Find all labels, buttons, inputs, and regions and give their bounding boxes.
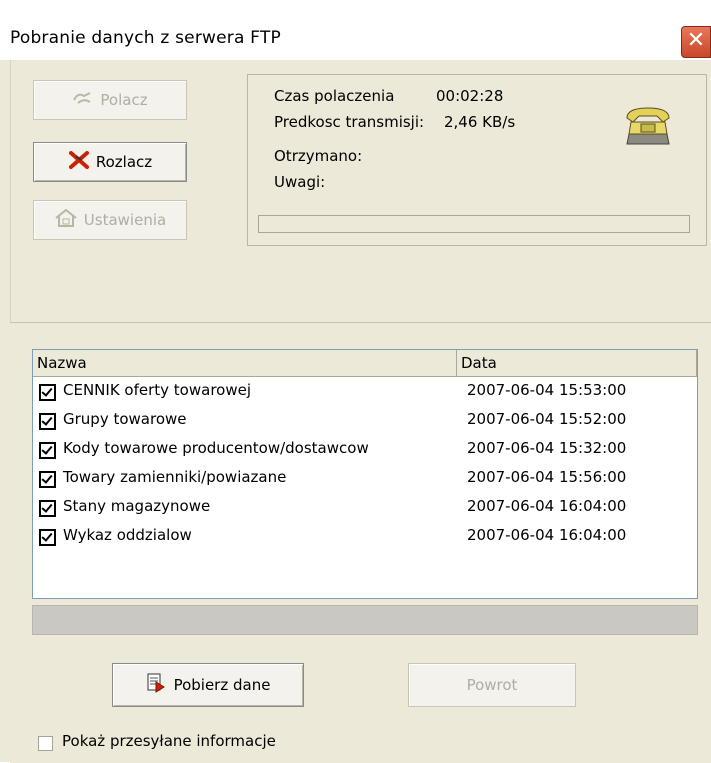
row-name: Towary zamienniki/powiazane [63,468,287,486]
notes-label: Uwagi: [274,173,326,191]
title-bar: Pobranie danych z serwera FTP ✕ [0,0,711,60]
settings-label: Ustawienia [83,211,167,229]
disconnect-label: Rozlacz [95,153,153,171]
column-header-date[interactable]: Data [457,350,697,376]
column-header-name[interactable]: Nazwa [33,350,457,376]
row-date: 2007-06-04 15:32:00 [467,439,627,457]
row-name: Stany magazynowe [63,497,211,515]
list-row[interactable]: Grupy towarowe 2007-06-04 15:52:00 [33,407,697,436]
disconnect-icon [68,150,90,174]
connect-icon [72,90,94,110]
download-label: Pobierz dane [173,676,271,694]
row-checkbox[interactable] [39,500,56,517]
back-button[interactable]: Powrot [408,663,576,707]
row-checkbox[interactable] [39,529,56,546]
files-panel: Nazwa Data CENNIK oferty towarowej 2007-… [10,322,711,763]
show-info-label: Pokaż przesyłane informacje [62,732,276,750]
list-row[interactable]: Kody towarowe producentow/dostawcow 2007… [33,436,697,465]
row-name: Kody towarowe producentow/dostawcow [63,439,369,457]
connect-label: Polacz [100,91,148,109]
settings-icon [54,208,78,232]
close-icon: ✕ [686,28,706,53]
list-header: Nazwa Data [33,350,697,377]
list-row[interactable]: Wykaz oddzialow 2007-06-04 16:04:00 [33,523,697,552]
list-row[interactable]: CENNIK oferty towarowej 2007-06-04 15:53… [33,378,697,407]
speed-value: 2,46 KB/s [444,113,516,131]
row-name: Wykaz oddzialow [63,526,192,544]
download-icon [146,672,168,698]
row-date: 2007-06-04 16:04:00 [467,526,627,544]
show-info-checkbox[interactable] [38,736,53,751]
row-name: Grupy towarowe [63,410,187,428]
files-listview[interactable]: Nazwa Data CENNIK oferty towarowej 2007-… [32,349,698,599]
connection-info-panel: Czas polaczenia 00:02:28 Predkosc transm… [247,74,707,246]
connection-progress-bar [258,215,690,233]
row-checkbox[interactable] [39,384,56,401]
row-checkbox[interactable] [39,442,56,459]
row-date: 2007-06-04 16:04:00 [467,497,627,515]
telephone-icon [623,104,673,150]
connect-button[interactable]: Polacz [33,80,187,120]
connection-time-value: 00:02:28 [436,87,504,105]
connection-panel: Polacz Rozlacz Ustawienia Czas polaczeni… [10,60,711,322]
connection-time-label: Czas polaczenia [274,87,395,105]
row-date: 2007-06-04 15:56:00 [467,468,627,486]
close-button[interactable]: ✕ [681,26,711,58]
back-label: Powrot [466,676,518,694]
received-label: Otrzymano: [274,147,363,165]
list-row[interactable]: Towary zamienniki/powiazane 2007-06-04 1… [33,465,697,494]
row-name: CENNIK oferty towarowej [63,381,251,399]
row-checkbox[interactable] [39,413,56,430]
download-button[interactable]: Pobierz dane [112,663,304,707]
download-progress-bar [32,605,698,635]
row-checkbox[interactable] [39,471,56,488]
row-date: 2007-06-04 15:52:00 [467,410,627,428]
settings-button[interactable]: Ustawienia [33,200,187,240]
window-title: Pobranie danych z serwera FTP [10,28,281,48]
speed-label: Predkosc transmisji: [274,113,425,131]
list-row[interactable]: Stany magazynowe 2007-06-04 16:04:00 [33,494,697,523]
row-date: 2007-06-04 15:53:00 [467,381,627,399]
ftp-dialog-window: Pobranie danych z serwera FTP ✕ Polacz R… [0,0,711,763]
disconnect-button[interactable]: Rozlacz [33,142,187,182]
